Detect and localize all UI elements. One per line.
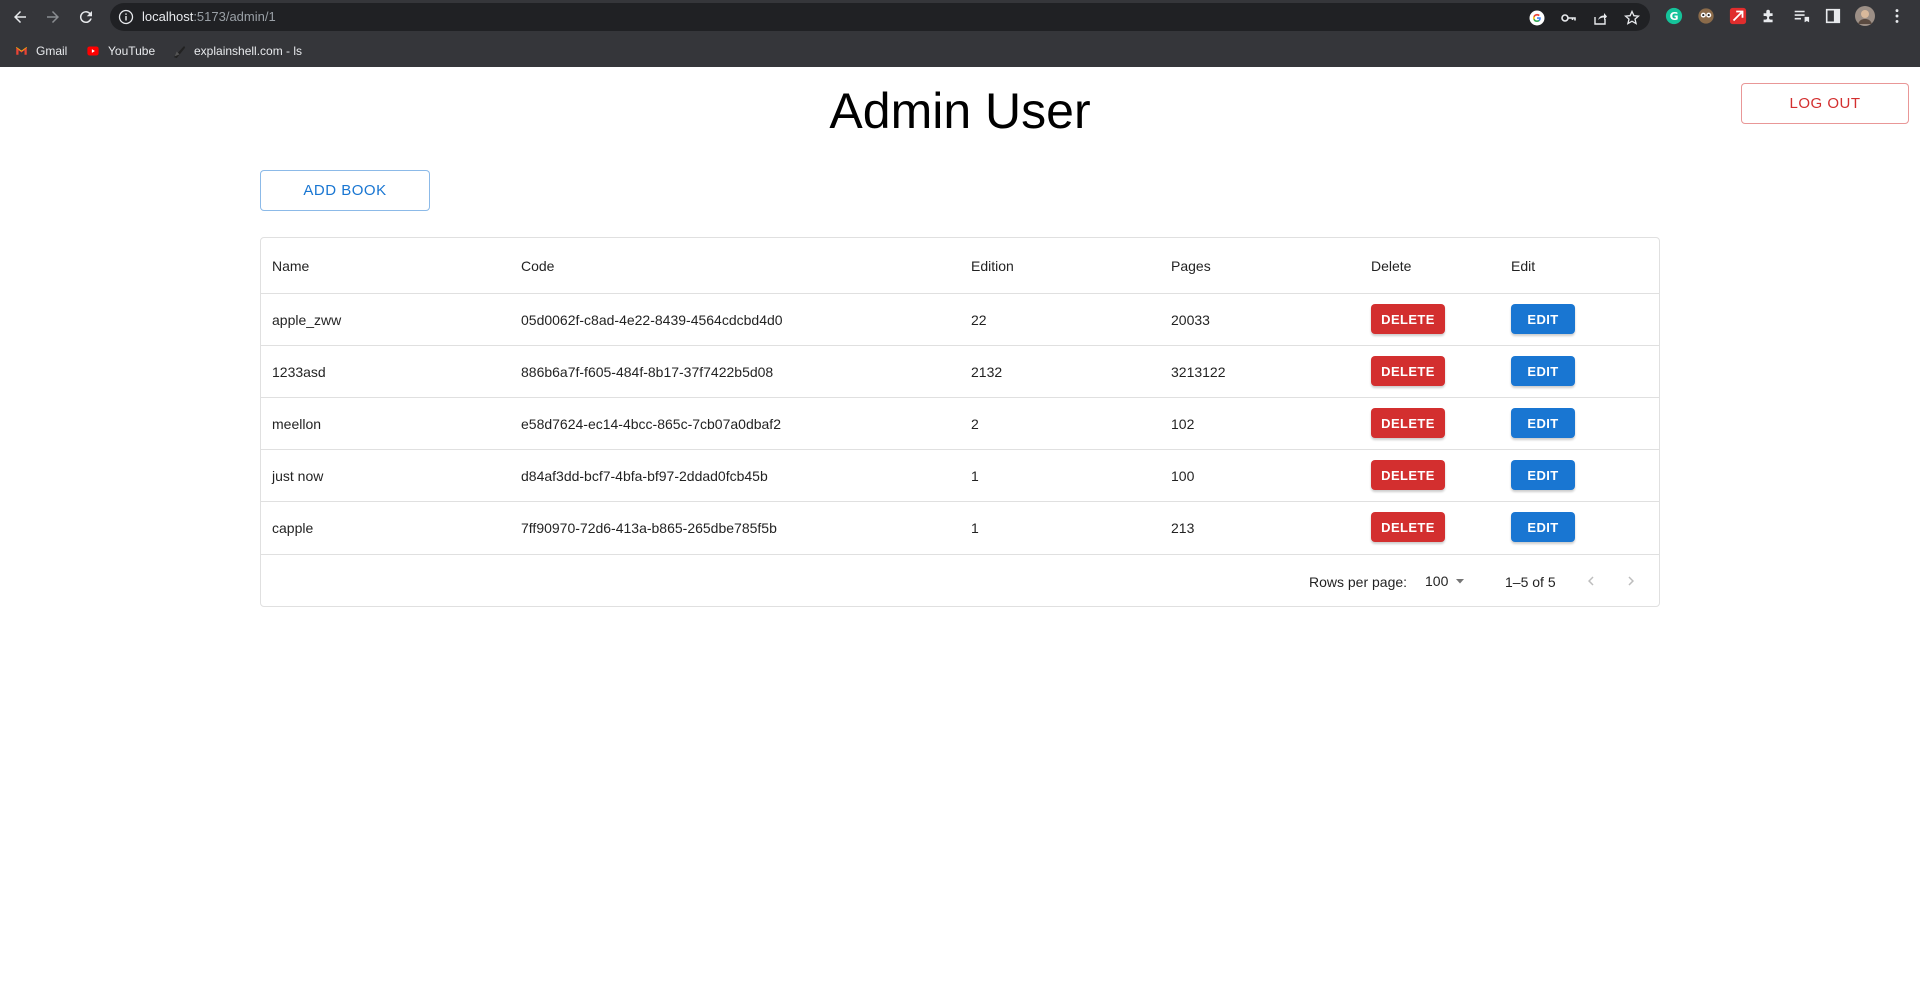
cell-edition: 2 xyxy=(971,416,979,432)
cell-edition: 1 xyxy=(971,468,979,484)
table-row[interactable]: meellon e58d7624-ec14-4bcc-865c-7cb07a0d… xyxy=(261,398,1659,450)
cell-name: just now xyxy=(272,468,324,484)
owl-extension-icon[interactable] xyxy=(1696,6,1716,26)
address-bar[interactable]: localhost:5173/admin/1 xyxy=(110,3,1650,31)
admin-page: Admin User LOG OUT ADD BOOK Name Code Ed… xyxy=(0,67,1920,997)
svg-text:G: G xyxy=(1670,10,1679,23)
cell-name: meellon xyxy=(272,416,322,432)
bookmark-label: explainshell.com - ls xyxy=(194,44,303,58)
bookmark-star-icon[interactable] xyxy=(1624,10,1640,26)
delete-button[interactable]: DELETE xyxy=(1371,460,1445,490)
pagination-range: 1–5 of 5 xyxy=(1505,574,1556,590)
pdf-extension-icon[interactable] xyxy=(1728,6,1748,26)
dropdown-caret-icon xyxy=(1456,579,1465,584)
column-header-edit[interactable]: Edit xyxy=(1511,256,1535,276)
add-book-button[interactable]: ADD BOOK xyxy=(260,170,430,211)
cell-edition: 1 xyxy=(971,520,979,536)
edit-button[interactable]: EDIT xyxy=(1511,356,1575,386)
column-header-code[interactable]: Code xyxy=(521,256,554,276)
logout-button[interactable]: LOG OUT xyxy=(1741,83,1909,124)
cell-code: d84af3dd-bcf7-4bfa-bf97-2ddad0fcb45b xyxy=(521,468,768,484)
table-row[interactable]: 1233asd 886b6a7f-f605-484f-8b17-37f7422b… xyxy=(261,346,1659,398)
cell-edition: 22 xyxy=(971,312,987,328)
bookmark-label: YouTube xyxy=(108,44,156,58)
grammarly-icon[interactable]: G xyxy=(1664,6,1684,26)
delete-button[interactable]: DELETE xyxy=(1371,512,1445,542)
previous-page-icon[interactable] xyxy=(1577,567,1605,595)
back-arrow-icon[interactable] xyxy=(8,5,32,29)
table-row[interactable]: apple_zww 05d0062f-c8ad-4e22-8439-4564cd… xyxy=(261,294,1659,346)
column-header-name[interactable]: Name xyxy=(272,256,309,276)
key-icon[interactable] xyxy=(1560,10,1576,26)
site-info-icon[interactable] xyxy=(118,9,134,25)
books-table: Name Code Edition Pages Delete Edit appl… xyxy=(260,237,1660,607)
cell-pages: 102 xyxy=(1171,416,1195,432)
column-header-delete[interactable]: Delete xyxy=(1371,256,1411,276)
extensions-puzzle-icon[interactable] xyxy=(1759,6,1779,26)
cell-name: apple_zww xyxy=(272,312,342,328)
cell-code: 05d0062f-c8ad-4e22-8439-4564cdcbd4d0 xyxy=(521,312,783,328)
cell-edition: 2132 xyxy=(971,364,1003,380)
cell-code: e58d7624-ec14-4bcc-865c-7cb07a0dbaf2 xyxy=(521,416,781,432)
cell-name: 1233asd xyxy=(272,364,326,380)
reload-icon[interactable] xyxy=(74,5,98,29)
browser-chrome: localhost:5173/admin/1 G Gmail YouTube e… xyxy=(0,0,1920,67)
cell-pages: 3213122 xyxy=(1171,364,1226,380)
profile-avatar-icon[interactable] xyxy=(1855,6,1875,26)
table-pagination: Rows per page: 100 1–5 of 5 xyxy=(261,554,1659,606)
bookmark-youtube[interactable]: YouTube xyxy=(85,42,155,60)
table-header: Name Code Edition Pages Delete Edit xyxy=(261,238,1659,294)
column-header-edition[interactable]: Edition xyxy=(971,256,1014,276)
cell-pages: 20033 xyxy=(1171,312,1210,328)
reading-list-icon[interactable] xyxy=(1791,6,1811,26)
column-header-pages[interactable]: Pages xyxy=(1171,256,1211,276)
delete-button[interactable]: DELETE xyxy=(1371,408,1445,438)
kebab-menu-icon[interactable] xyxy=(1887,6,1907,26)
bookmark-explainshell[interactable]: explainshell.com - ls xyxy=(171,42,302,60)
table-row[interactable]: just now d84af3dd-bcf7-4bfa-bf97-2ddad0f… xyxy=(261,450,1659,502)
cell-code: 886b6a7f-f605-484f-8b17-37f7422b5d08 xyxy=(521,364,774,380)
rows-per-page-value: 100 xyxy=(1425,573,1449,589)
bookmark-gmail[interactable]: Gmail xyxy=(13,42,67,60)
browser-toolbar: localhost:5173/admin/1 G xyxy=(0,0,1920,34)
side-panel-icon[interactable] xyxy=(1823,6,1843,26)
page-title: Admin User xyxy=(829,83,1091,139)
cell-pages: 100 xyxy=(1171,468,1195,484)
forward-arrow-icon[interactable] xyxy=(41,5,65,29)
edit-button[interactable]: EDIT xyxy=(1511,460,1575,490)
gmail-icon xyxy=(13,43,29,59)
cell-pages: 213 xyxy=(1171,520,1195,536)
next-page-icon[interactable] xyxy=(1617,567,1645,595)
share-icon[interactable] xyxy=(1592,10,1608,26)
bookmark-label: Gmail xyxy=(36,44,68,58)
bookmarks-bar: Gmail YouTube explainshell.com - ls xyxy=(0,34,1920,67)
youtube-icon xyxy=(85,43,101,59)
table-row[interactable]: capple 7ff90970-72d6-413a-b865-265dbe785… xyxy=(261,502,1659,554)
url-text: localhost:5173/admin/1 xyxy=(142,9,276,24)
edit-button[interactable]: EDIT xyxy=(1511,408,1575,438)
rows-per-page-label: Rows per page: xyxy=(1309,574,1408,590)
delete-button[interactable]: DELETE xyxy=(1371,304,1445,334)
edit-button[interactable]: EDIT xyxy=(1511,512,1575,542)
google-icon[interactable] xyxy=(1529,10,1545,26)
cell-code: 7ff90970-72d6-413a-b865-265dbe785f5b xyxy=(521,520,777,536)
edit-button[interactable]: EDIT xyxy=(1511,304,1575,334)
shell-icon xyxy=(171,43,187,59)
delete-button[interactable]: DELETE xyxy=(1371,356,1445,386)
cell-name: capple xyxy=(272,520,314,536)
rows-per-page-select[interactable]: 100 xyxy=(1425,570,1466,592)
